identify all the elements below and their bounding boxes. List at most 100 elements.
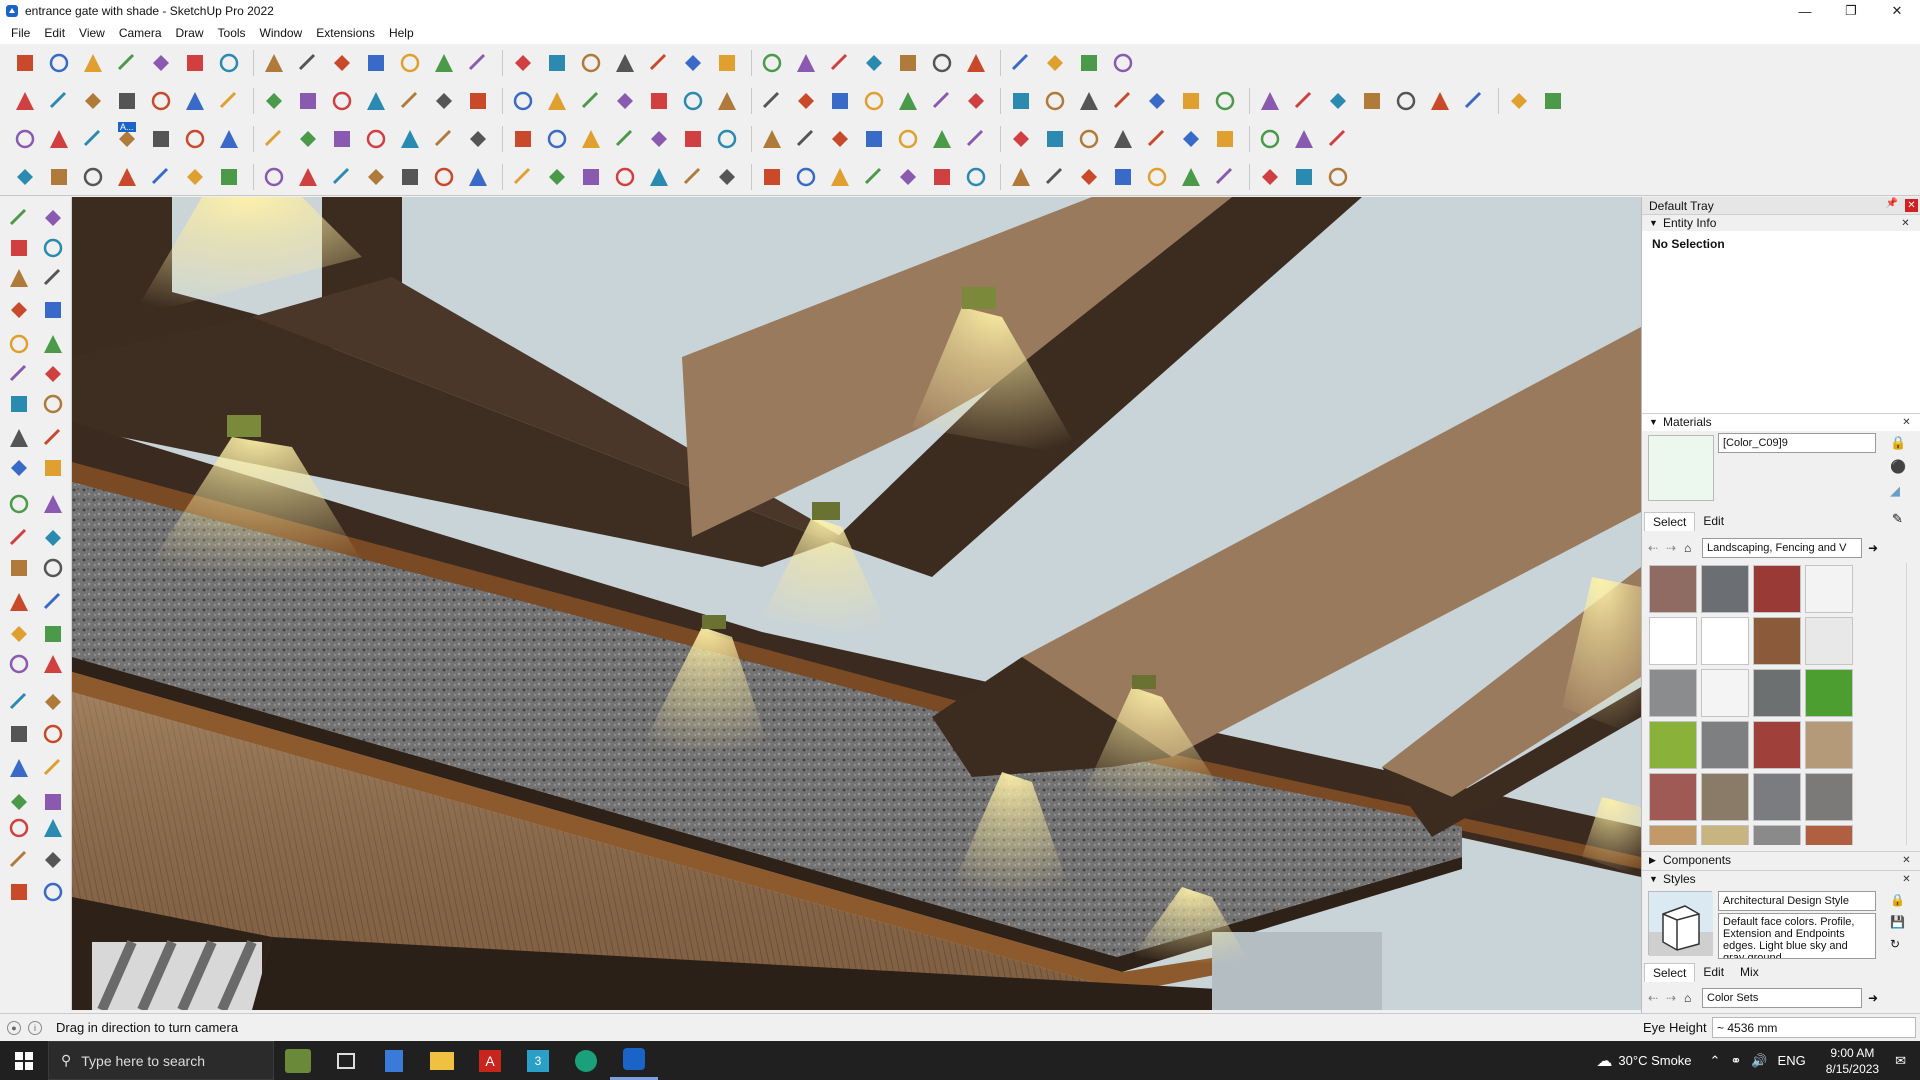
toolbar-tool-icon[interactable]	[1538, 86, 1568, 116]
tool-set-icon[interactable]	[4, 329, 34, 359]
close-icon[interactable]: ✕	[1874, 0, 1920, 22]
toolbar-tool-icon[interactable]	[10, 48, 40, 78]
styles-tab-edit[interactable]: Edit	[1695, 963, 1732, 982]
material-swatch[interactable]	[1805, 617, 1853, 665]
toolbar-tool-icon[interactable]	[1176, 162, 1206, 192]
toolbar-tool-icon[interactable]	[259, 48, 289, 78]
toolbar-tool-icon[interactable]	[542, 48, 572, 78]
toolbar-tool-icon[interactable]	[825, 124, 855, 154]
toolbar-tool-icon[interactable]	[712, 162, 742, 192]
toolbar-tool-icon[interactable]	[644, 48, 674, 78]
material-name-field[interactable]: [Color_C09]9	[1718, 433, 1876, 453]
tool-set-icon[interactable]	[4, 619, 34, 649]
toolbar-tool-icon[interactable]	[712, 48, 742, 78]
clock[interactable]: 9:00 AM 8/15/2023	[1816, 1045, 1889, 1077]
tool-set-icon[interactable]	[38, 523, 68, 553]
toolbar-tool-icon[interactable]	[542, 162, 572, 192]
toolbar-tool-icon[interactable]	[259, 86, 289, 116]
toolbar-tool-icon[interactable]	[893, 124, 923, 154]
toolbar-tool-icon[interactable]	[1040, 162, 1070, 192]
tool-set-icon[interactable]	[38, 489, 68, 519]
toolbar-tool-icon[interactable]	[712, 86, 742, 116]
tool-set-icon[interactable]	[38, 203, 68, 233]
tool-set-icon[interactable]	[38, 649, 68, 679]
toolbar-tool-icon[interactable]	[961, 162, 991, 192]
chevron-up-icon[interactable]: ⌃	[1710, 1053, 1721, 1069]
toolbar-tool-icon[interactable]	[576, 48, 606, 78]
material-swatch[interactable]	[1701, 617, 1749, 665]
toolbar-tool-icon[interactable]	[259, 124, 289, 154]
toolbar-tool-icon[interactable]	[180, 162, 210, 192]
material-swatch[interactable]	[1753, 669, 1801, 717]
geolocation-icon[interactable]: ●	[7, 1020, 21, 1035]
toolbar-tool-icon[interactable]	[961, 86, 991, 116]
tool-set-icon[interactable]	[38, 423, 68, 453]
edge-browser-icon[interactable]	[562, 1041, 610, 1080]
toolbar-tool-icon[interactable]	[293, 86, 323, 116]
tool-set-icon[interactable]	[4, 523, 34, 553]
toolbar-tool-icon[interactable]	[576, 86, 606, 116]
material-swatch[interactable]	[1649, 825, 1697, 845]
tool-set-icon[interactable]	[4, 845, 34, 875]
tool-set-icon[interactable]	[4, 687, 34, 717]
materials-header[interactable]: ▼ Materials ✕	[1642, 413, 1920, 430]
toolbar-tool-icon[interactable]	[327, 124, 357, 154]
toolbar-tool-icon[interactable]	[463, 124, 493, 154]
toolbar-tool-icon[interactable]	[1210, 124, 1240, 154]
toolbar-tool-icon[interactable]	[508, 162, 538, 192]
volume-icon[interactable]: 🔊	[1751, 1053, 1767, 1069]
toolbar-tool-icon[interactable]	[1289, 86, 1319, 116]
material-swatch[interactable]	[1701, 825, 1749, 845]
tool-set-icon[interactable]	[4, 389, 34, 419]
toolbar-tool-icon[interactable]	[361, 124, 391, 154]
toolbar-tool-icon[interactable]	[610, 162, 640, 192]
text-tool-badge[interactable]: A...	[118, 122, 136, 132]
toolbar-tool-icon[interactable]	[10, 162, 40, 192]
toolbar-tool-icon[interactable]	[180, 124, 210, 154]
material-swatch[interactable]	[1805, 669, 1853, 717]
menu-edit[interactable]: Edit	[37, 22, 72, 44]
create-material-icon[interactable]: 🔒	[1890, 435, 1906, 451]
close-panel-icon[interactable]: ✕	[1899, 217, 1912, 230]
materials-tab-select[interactable]: Select	[1644, 512, 1696, 531]
tool-set-icon[interactable]	[4, 263, 34, 293]
toolbar-tool-icon[interactable]	[1210, 86, 1240, 116]
toolbar-tool-icon[interactable]	[859, 162, 889, 192]
toolbar-tool-icon[interactable]	[1459, 86, 1489, 116]
styles-collection-select[interactable]: Color Sets	[1702, 988, 1862, 1008]
taskbar-search[interactable]: ⚲ Type here to search	[48, 1041, 274, 1080]
toolbar-tool-icon[interactable]	[576, 124, 606, 154]
tool-set-icon[interactable]	[4, 295, 34, 325]
toolbar-tool-icon[interactable]	[825, 162, 855, 192]
entity-info-header[interactable]: ▼ Entity Info ✕	[1642, 214, 1920, 231]
toolbar-tool-icon[interactable]	[1255, 162, 1285, 192]
toolbar-tool-icon[interactable]	[293, 48, 323, 78]
toolbar-tool-icon[interactable]	[78, 124, 108, 154]
toolbar-tool-icon[interactable]	[1323, 124, 1353, 154]
file-explorer-icon[interactable]	[418, 1041, 466, 1080]
tool-set-icon[interactable]	[38, 719, 68, 749]
paint-bucket-icon[interactable]: ⚫	[1890, 459, 1906, 475]
toolbar-tool-icon[interactable]	[1176, 124, 1206, 154]
close-panel-icon[interactable]: ✕	[1900, 854, 1913, 867]
minimize-icon[interactable]: —	[1782, 0, 1828, 22]
toolbar-tool-icon[interactable]	[961, 48, 991, 78]
model-viewport[interactable]	[72, 197, 1641, 1010]
toolbar-tool-icon[interactable]	[146, 86, 176, 116]
toolbar-tool-icon[interactable]	[1142, 124, 1172, 154]
menu-help[interactable]: Help	[382, 22, 421, 44]
material-swatch[interactable]	[1701, 565, 1749, 613]
tool-set-icon[interactable]	[38, 389, 68, 419]
menu-camera[interactable]: Camera	[112, 22, 169, 44]
toolbar-tool-icon[interactable]	[927, 48, 957, 78]
material-swatch[interactable]	[1805, 773, 1853, 821]
tool-set-icon[interactable]	[4, 203, 34, 233]
tool-set-icon[interactable]	[38, 619, 68, 649]
toolbar-tool-icon[interactable]	[1074, 124, 1104, 154]
menu-extensions[interactable]: Extensions	[309, 22, 382, 44]
material-swatch[interactable]	[1805, 721, 1853, 769]
toolbar-tool-icon[interactable]	[678, 86, 708, 116]
toolbar-tool-icon[interactable]	[678, 162, 708, 192]
tool-set-icon[interactable]	[4, 453, 34, 483]
menu-draw[interactable]: Draw	[169, 22, 211, 44]
